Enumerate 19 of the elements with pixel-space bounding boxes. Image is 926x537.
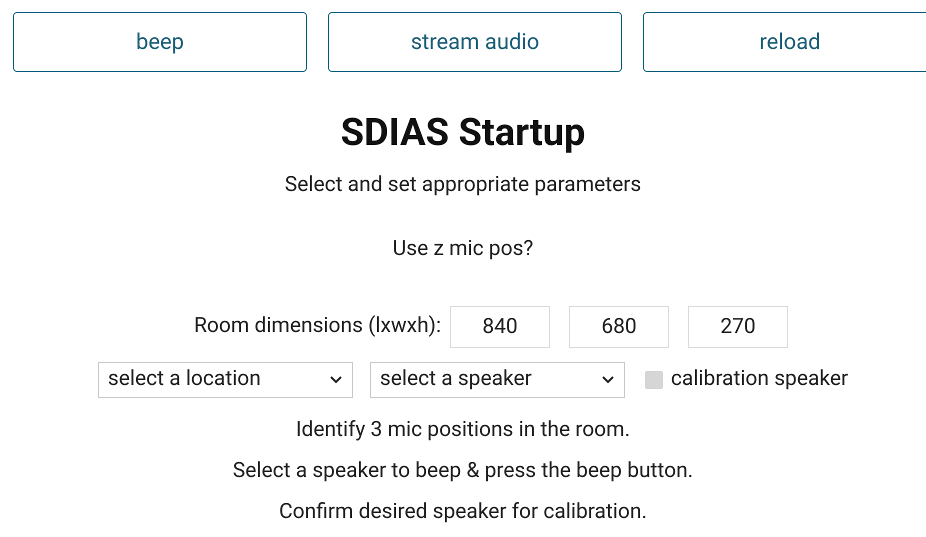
subtitle: Select and set appropriate parameters [284, 172, 642, 198]
page-title: SDIAS Startup [340, 110, 586, 156]
chevron-down-icon [328, 375, 343, 385]
mic-question: Use z mic pos? [392, 236, 534, 262]
chevron-down-icon [600, 375, 615, 385]
dropdown[interactable]: select a location [98, 362, 353, 398]
action-button[interactable]: stream audio [328, 12, 622, 72]
instruction-text: Identify 3 mic positions in the room. [296, 417, 630, 444]
checkbox[interactable] [644, 371, 663, 389]
dimension-field[interactable]: 680 [569, 306, 670, 348]
room-dimensions-label: Room dimensions (lxwxh): [194, 313, 442, 340]
action-button[interactable]: reload [643, 12, 926, 72]
instruction-text: Select a speaker to beep & press the beep button. [232, 458, 694, 485]
instruction-text: Confirm desired speaker for calibration. [279, 499, 647, 526]
dropdown[interactable]: select a speaker [370, 362, 625, 398]
action-button[interactable]: beep [13, 12, 307, 72]
dimension-field[interactable]: 270 [688, 306, 788, 348]
dimension-field[interactable]: 840 [450, 306, 550, 348]
checkbox-label: calibration speaker [670, 366, 848, 394]
